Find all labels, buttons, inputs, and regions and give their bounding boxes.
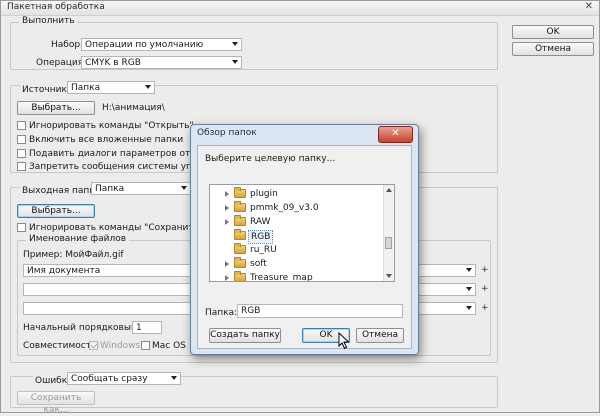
compatibility-label: Совместимость: (23, 341, 100, 351)
folder-icon (234, 201, 246, 212)
ignore-open-label: Игнорировать команды "Открыть" (29, 121, 194, 131)
chevron-down-icon (232, 60, 238, 64)
source-value: Папка (71, 83, 101, 93)
browse-dialog-title: Обзор папок (197, 128, 257, 138)
name-part-1-left[interactable]: Имя документа (23, 264, 191, 277)
scroll-down-icon[interactable] (386, 274, 392, 278)
expand-icon[interactable] (225, 205, 229, 211)
folder-icon (234, 215, 246, 226)
window-title: Пакетная обработка (7, 2, 105, 12)
chevron-down-icon (466, 268, 472, 272)
expand-icon[interactable] (225, 275, 229, 281)
include-subfolders-checkbox[interactable] (17, 135, 26, 144)
add-name-part-1-icon[interactable]: + (481, 265, 489, 275)
tree-item-label: RGB (248, 230, 274, 244)
action-value: CMYK в RGB (85, 58, 141, 68)
destination-value: Папка (95, 184, 125, 194)
add-name-part-2-icon[interactable]: + (481, 284, 489, 294)
tree-scrollbar[interactable] (383, 185, 394, 281)
destination-select[interactable]: Папка (91, 182, 191, 195)
window-close-icon[interactable]: ✕ (585, 1, 593, 12)
name-part-2-left[interactable] (23, 283, 191, 296)
title-bar: Пакетная обработка ✕ (1, 1, 599, 16)
set-select[interactable]: Операции по умолчанию (81, 38, 242, 51)
chevron-down-icon (466, 306, 472, 310)
naming-example: Пример: МойФайл.gif (23, 250, 124, 260)
scroll-up-icon[interactable] (386, 188, 392, 192)
errors-value: Сообщать сразу (71, 374, 148, 384)
compat-macos-checkbox[interactable] (141, 341, 150, 350)
browse-folder-dialog: Обзор папок ✕ Выберите целевую папку... … (190, 124, 419, 355)
expand-icon[interactable] (225, 191, 229, 197)
browse-prompt: Выберите целевую папку... (205, 154, 336, 164)
chevron-down-icon (232, 42, 238, 46)
compat-windows-checkbox[interactable] (89, 341, 98, 350)
name-part-1-right[interactable] (417, 264, 476, 277)
source-select[interactable]: Папка (67, 81, 155, 94)
ignore-save-as-checkbox[interactable] (17, 223, 26, 232)
name-part-3-left[interactable] (23, 302, 191, 315)
ignore-open-checkbox[interactable] (17, 121, 26, 130)
chevron-down-icon (171, 376, 177, 380)
expand-icon[interactable] (225, 261, 229, 267)
destination-choose-button[interactable]: Выбрать... (17, 204, 95, 218)
tree-item-label: ru_RU (250, 245, 277, 255)
close-icon[interactable]: ✕ (378, 126, 413, 143)
action-select[interactable]: CMYK в RGB (81, 56, 242, 69)
tree-item-label: Treasure_map (250, 273, 313, 282)
folder-label: Папка: (205, 308, 238, 318)
name-part-3-right[interactable] (417, 302, 476, 315)
folder-icon (234, 271, 246, 281)
folder-icon (234, 257, 246, 268)
source-path: H:\анимация\ (102, 103, 165, 113)
errors-select[interactable]: Сообщать сразу (67, 372, 181, 385)
tree-item-label: soft (250, 259, 267, 269)
source-label: Источник: (20, 85, 72, 95)
execute-legend: Выполнить (19, 16, 78, 26)
folder-icon (234, 229, 246, 240)
set-value: Операции по умолчанию (85, 40, 204, 50)
new-folder-button[interactable]: Создать папку (209, 328, 281, 343)
compat-windows-label: Windows (100, 341, 141, 351)
browse-dialog-body: Выберите целевую папку... plugin pmmk_09… (197, 145, 412, 349)
name-part-2-right[interactable] (417, 283, 476, 296)
expand-icon[interactable] (225, 219, 229, 225)
suppress-color-warnings-checkbox[interactable] (17, 162, 26, 171)
add-name-part-3-icon[interactable]: + (481, 303, 489, 313)
start-serial-input[interactable]: 1 (132, 321, 162, 334)
chevron-down-icon (145, 85, 151, 89)
folder-tree[interactable]: plugin pmmk_09_v3.0 RAW RGB ru_RU soft T… (209, 184, 395, 282)
folder-input[interactable]: RGB (237, 304, 403, 318)
action-label: Операция: (36, 58, 87, 68)
set-label: Набор: (51, 40, 84, 50)
save-as-button[interactable]: Сохранить как... (17, 391, 95, 415)
browse-cancel-button[interactable]: Отмена (356, 328, 404, 343)
tree-item-label: RAW (250, 217, 271, 227)
cancel-button[interactable]: Отмена (512, 42, 594, 56)
pointer-cursor-icon (338, 332, 350, 350)
ok-button[interactable]: OK (512, 25, 594, 39)
tree-item-label: pmmk_09_v3.0 (250, 203, 319, 213)
scroll-thumb[interactable] (385, 237, 392, 249)
source-choose-button[interactable]: Выбрать... (17, 101, 95, 115)
include-subfolders-label: Включить все вложенные папки (29, 135, 184, 145)
name-part-1-value: Имя документа (27, 266, 101, 276)
chevron-down-icon (181, 186, 187, 190)
compat-macos-label: Mac OS (152, 341, 186, 351)
chevron-down-icon (466, 287, 472, 291)
tree-item-label: plugin (250, 189, 278, 199)
file-naming-legend: Именование файлов (26, 234, 130, 244)
folder-icon (234, 243, 246, 254)
suppress-open-dialogs-checkbox[interactable] (17, 149, 26, 158)
folder-icon (234, 187, 246, 198)
